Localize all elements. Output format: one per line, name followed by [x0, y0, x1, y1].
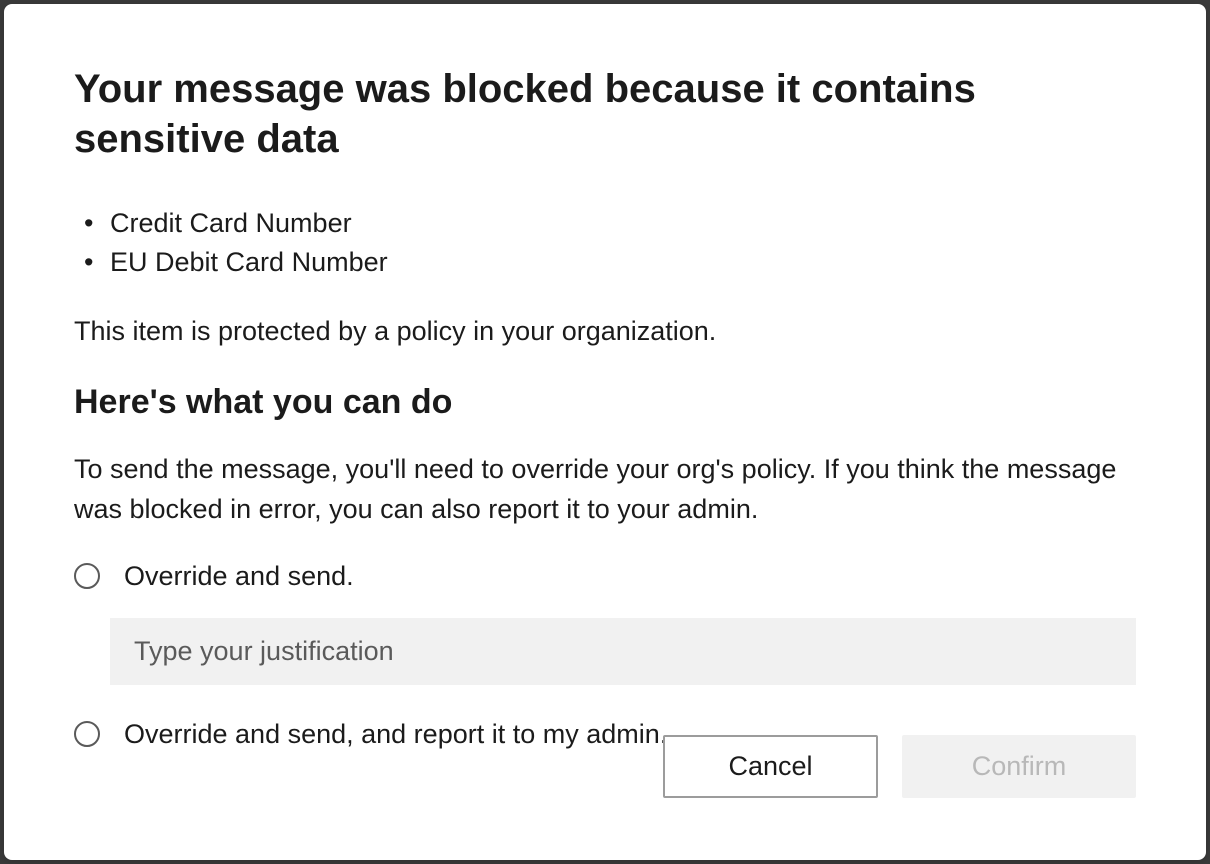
cancel-button[interactable]: Cancel	[663, 735, 878, 798]
justification-input[interactable]	[110, 618, 1136, 685]
policy-description: This item is protected by a policy in yo…	[74, 312, 1136, 351]
option-override-send[interactable]: Override and send.	[74, 561, 1136, 592]
sensitive-item: Credit Card Number	[110, 204, 1136, 243]
dlp-policy-dialog: Your message was blocked because it cont…	[4, 4, 1206, 860]
dialog-title: Your message was blocked because it cont…	[74, 64, 1136, 164]
sensitive-item: EU Debit Card Number	[110, 243, 1136, 282]
instruction-text: To send the message, you'll need to over…	[74, 450, 1136, 528]
actions-subheading: Here's what you can do	[74, 383, 1136, 422]
radio-label: Override and send.	[124, 561, 354, 592]
confirm-button[interactable]: Confirm	[902, 735, 1136, 798]
sensitive-data-list: Credit Card Number EU Debit Card Number	[74, 204, 1136, 282]
radio-icon[interactable]	[74, 721, 100, 747]
radio-label: Override and send, and report it to my a…	[124, 719, 667, 750]
radio-icon[interactable]	[74, 563, 100, 589]
override-options-group: Override and send. Override and send, an…	[74, 561, 1136, 750]
dialog-button-row: Cancel Confirm	[663, 735, 1136, 798]
